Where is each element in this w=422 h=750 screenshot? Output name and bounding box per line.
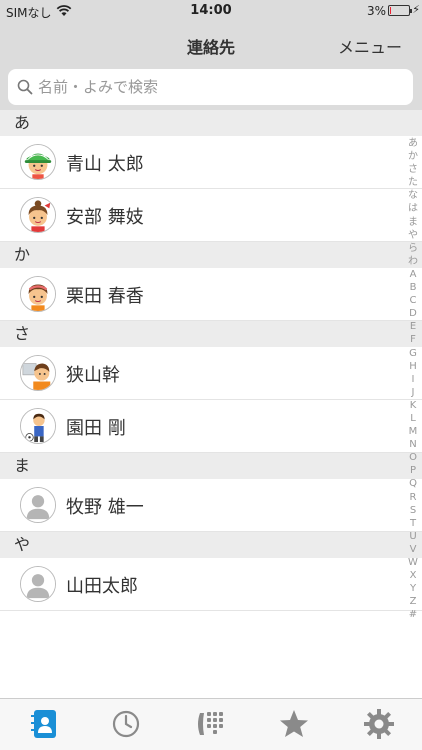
contact-row[interactable]: 青山 太郎 (0, 136, 422, 189)
index-entry[interactable]: あ (406, 137, 420, 150)
index-entry[interactable]: ま (406, 216, 420, 229)
phone-keypad-icon[interactable] (194, 707, 228, 741)
index-entry[interactable]: M (406, 425, 420, 438)
index-entry[interactable]: O (406, 451, 420, 464)
index-entry[interactable]: わ (406, 255, 420, 268)
index-entry[interactable]: G (406, 347, 420, 360)
section-index-bar[interactable]: あかさたなはまやらわ A B C D E F G H I J K L M N O P Q R S T U V W X Y Z # (406, 137, 420, 621)
contact-name: 安部 舞妓 (66, 207, 144, 228)
boy-green-cap-icon (20, 144, 56, 180)
index-entry[interactable]: E (406, 320, 420, 333)
search-bar (0, 66, 422, 110)
section-header: や (0, 532, 422, 558)
index-entry[interactable]: や (406, 229, 420, 242)
index-entry[interactable]: は (406, 202, 420, 215)
index-entry[interactable]: S (406, 504, 420, 517)
default-person-icon (20, 566, 56, 602)
battery-percent: 3% (366, 4, 386, 18)
menu-button[interactable]: メニュー (338, 34, 402, 58)
index-entry[interactable]: J (406, 386, 420, 399)
star-icon[interactable] (277, 707, 311, 741)
contact-row[interactable]: 山田太郎 (0, 558, 422, 611)
index-entry[interactable]: P (406, 464, 420, 477)
contact-list[interactable]: あ 青山 太郎 安部 舞妓 か 栗田 春香 さ 狭山幹 園田 剛 ま 牧野 雄一… (0, 110, 422, 611)
index-entry[interactable]: な (406, 189, 420, 202)
index-entry[interactable]: K (406, 399, 420, 412)
contact-name: 青山 太郎 (66, 154, 144, 175)
default-person-icon (20, 487, 56, 523)
index-entry[interactable]: Y (406, 582, 420, 595)
status-bar: SIMなし 14:00 3% ⚡ (0, 0, 422, 22)
index-entry[interactable]: ら (406, 242, 420, 255)
index-entry[interactable]: W (406, 556, 420, 569)
index-entry[interactable]: C (406, 294, 420, 307)
battery-level-fill (390, 7, 391, 14)
index-entry[interactable]: X (406, 569, 420, 582)
address-book-icon[interactable] (28, 707, 62, 741)
index-entry[interactable]: R (406, 491, 420, 504)
clock-icon[interactable] (109, 707, 143, 741)
contact-row[interactable]: 栗田 春香 (0, 268, 422, 321)
index-entry[interactable]: か (406, 150, 420, 163)
index-entry[interactable]: I (406, 373, 420, 386)
index-entry[interactable]: U (406, 530, 420, 543)
search-field[interactable] (8, 69, 413, 105)
contact-name: 狭山幹 (66, 365, 120, 386)
index-entry[interactable]: Z (406, 595, 420, 608)
search-icon (17, 79, 33, 95)
contact-row[interactable]: 狭山幹 (0, 347, 422, 400)
index-entry[interactable]: # (406, 608, 420, 621)
boy-soccer-icon (20, 408, 56, 444)
contact-name: 園田 剛 (66, 418, 126, 439)
section-header: ま (0, 453, 422, 479)
person-with-photo-icon (20, 355, 56, 391)
index-entry[interactable]: Q (406, 477, 420, 490)
girl-red-bow-icon (20, 197, 56, 233)
navigation-bar: 連絡先 メニュー (0, 22, 422, 66)
index-entry[interactable]: A (406, 268, 420, 281)
tab-bar (0, 698, 422, 750)
index-entry[interactable]: F (406, 333, 420, 346)
contact-row[interactable]: 園田 剛 (0, 400, 422, 453)
charging-bolt-icon: ⚡ (412, 3, 420, 16)
index-entry[interactable]: N (406, 438, 420, 451)
section-header: さ (0, 321, 422, 347)
contact-name: 牧野 雄一 (66, 497, 144, 518)
index-entry[interactable]: V (406, 543, 420, 556)
section-header: あ (0, 110, 422, 136)
girl-headband-icon (20, 276, 56, 312)
index-entry[interactable]: D (406, 307, 420, 320)
contact-name: 栗田 春香 (66, 286, 144, 307)
contact-row[interactable]: 安部 舞妓 (0, 189, 422, 242)
clock-time: 14:00 (190, 3, 232, 18)
gear-icon[interactable] (362, 707, 396, 741)
battery-icon (388, 5, 412, 16)
index-entry[interactable]: T (406, 517, 420, 530)
contact-row[interactable]: 牧野 雄一 (0, 479, 422, 532)
section-header: か (0, 242, 422, 268)
contact-name: 山田太郎 (66, 576, 138, 597)
index-entry[interactable]: B (406, 281, 420, 294)
index-entry[interactable]: た (406, 176, 420, 189)
index-entry[interactable]: L (406, 412, 420, 425)
search-input[interactable] (38, 75, 398, 99)
index-entry[interactable]: H (406, 360, 420, 373)
index-entry[interactable]: さ (406, 163, 420, 176)
